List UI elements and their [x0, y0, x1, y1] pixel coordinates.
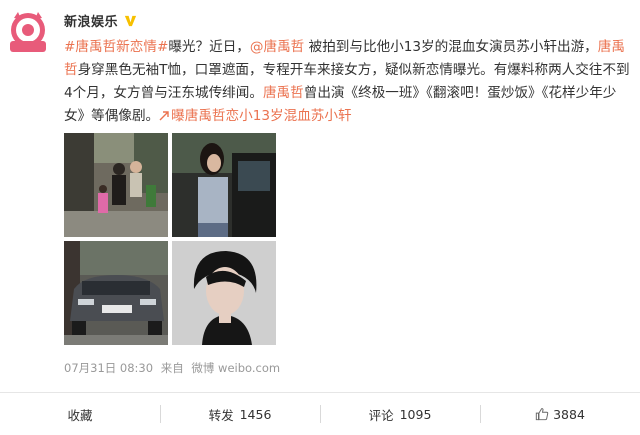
- image-grid: [64, 133, 276, 345]
- author-row: 新浪娱乐: [64, 11, 138, 30]
- sina-ent-logo-icon: [10, 12, 46, 52]
- article-link-text: 曝唐禹哲恋小13岁混血苏小轩: [171, 108, 352, 124]
- author-avatar[interactable]: [8, 8, 48, 54]
- post-from-label: 来自: [160, 361, 184, 375]
- photo-tang-yuzhe-portrait[interactable]: [172, 241, 276, 345]
- post-text-segment: 曝光？近日，: [168, 39, 250, 55]
- comment-count: 1095: [399, 406, 432, 422]
- comment-label: 评论: [368, 407, 394, 423]
- like-count: 3884: [553, 406, 585, 422]
- photo-portrait-image: [172, 241, 276, 345]
- photo-porsche-suv[interactable]: [64, 241, 168, 345]
- verified-badge-icon: [124, 15, 137, 26]
- action-bar: 收藏 转发 1456 评论 1095 3884: [0, 392, 640, 435]
- favorite-button[interactable]: 收藏: [0, 393, 160, 435]
- photo-street-couple-image: [64, 133, 168, 237]
- hashtag-link[interactable]: #唐禹哲新恋情#: [64, 39, 168, 55]
- favorite-label: 收藏: [67, 407, 93, 423]
- post-meta: 07月31日 08:30 来自 微博 weibo.com: [64, 360, 284, 376]
- photo-street-couple[interactable]: [64, 133, 168, 237]
- post-text: #唐禹哲新恋情#曝光？近日，@唐禹哲 被拍到与比他小13岁的混血女演员苏小轩出游…: [64, 36, 636, 128]
- photo-porsche-suv-image: [64, 241, 168, 345]
- repost-button[interactable]: 转发 1456: [160, 393, 320, 435]
- comment-button[interactable]: 评论 1095: [320, 393, 480, 435]
- mention-link[interactable]: @唐禹哲: [250, 39, 304, 55]
- weibo-post-card: 新浪娱乐 #唐禹哲新恋情#曝光？近日，@唐禹哲 被拍到与比他小13岁的混血女演员…: [0, 0, 640, 392]
- mention-link[interactable]: 唐禹哲: [263, 85, 304, 101]
- link-arrow-icon: [159, 111, 169, 121]
- thumbs-up-icon: [535, 408, 549, 421]
- repost-label: 转发: [208, 407, 234, 423]
- repost-count: 1456: [239, 406, 272, 422]
- author-name[interactable]: 新浪娱乐: [64, 11, 118, 30]
- article-link[interactable]: 曝唐禹哲恋小13岁混血苏小轩: [159, 108, 352, 124]
- post-date[interactable]: 07月31日 08:30: [64, 361, 153, 375]
- photo-woman-car-image: [172, 133, 276, 237]
- post-text-segment: 被拍到与比他小13岁的混血女演员苏小轩出游，: [304, 39, 598, 55]
- like-button[interactable]: 3884: [480, 393, 640, 435]
- post-source[interactable]: 微博 weibo.com: [191, 361, 280, 375]
- photo-woman-car[interactable]: [172, 133, 276, 237]
